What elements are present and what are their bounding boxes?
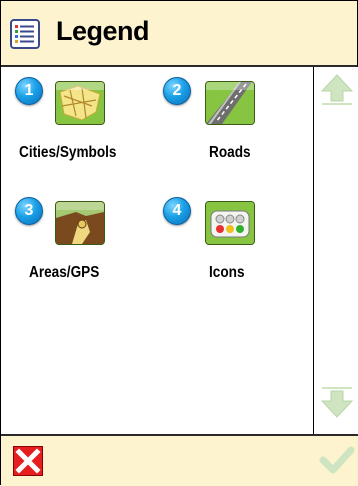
number-badge-4: 4	[163, 197, 191, 225]
road-icon	[205, 81, 255, 125]
legend-item-cities-symbols[interactable]: 1 Cities/Symbols	[1, 67, 151, 177]
title-bar: Legend	[1, 1, 357, 67]
legend-content: 1 Cities/Symbols 2 Roads 3 Areas/GPS 4 I…	[1, 67, 314, 434]
checkmark-icon[interactable]	[319, 442, 355, 478]
scrollbar	[315, 67, 358, 434]
bottom-bar	[1, 434, 358, 486]
number-badge-1: 1	[15, 77, 43, 105]
number-badge-2: 2	[163, 77, 191, 105]
item-label: Areas/GPS	[29, 264, 100, 281]
city-map-icon	[55, 81, 105, 125]
legend-item-areas-gps[interactable]: 3 Areas/GPS	[1, 187, 151, 297]
page-title: Legend	[56, 16, 150, 46]
legend-list-icon	[10, 19, 40, 49]
number-badge-3: 3	[15, 197, 43, 225]
scroll-up-arrow-icon[interactable]	[320, 73, 354, 107]
legend-item-icons[interactable]: 4 Icons	[151, 187, 301, 297]
item-label: Icons	[209, 264, 245, 281]
close-x-icon	[15, 448, 41, 474]
item-label: Cities/Symbols	[19, 144, 117, 161]
close-button[interactable]	[13, 446, 43, 476]
area-icon	[55, 201, 105, 245]
item-label: Roads	[209, 144, 251, 161]
traffic-lights-icon	[205, 201, 255, 245]
legend-window: Legend 1 Cities/Symbols 2 Roads 3 Areas/…	[0, 0, 358, 486]
legend-item-roads[interactable]: 2 Roads	[151, 67, 301, 177]
scroll-down-arrow-icon[interactable]	[320, 385, 354, 419]
